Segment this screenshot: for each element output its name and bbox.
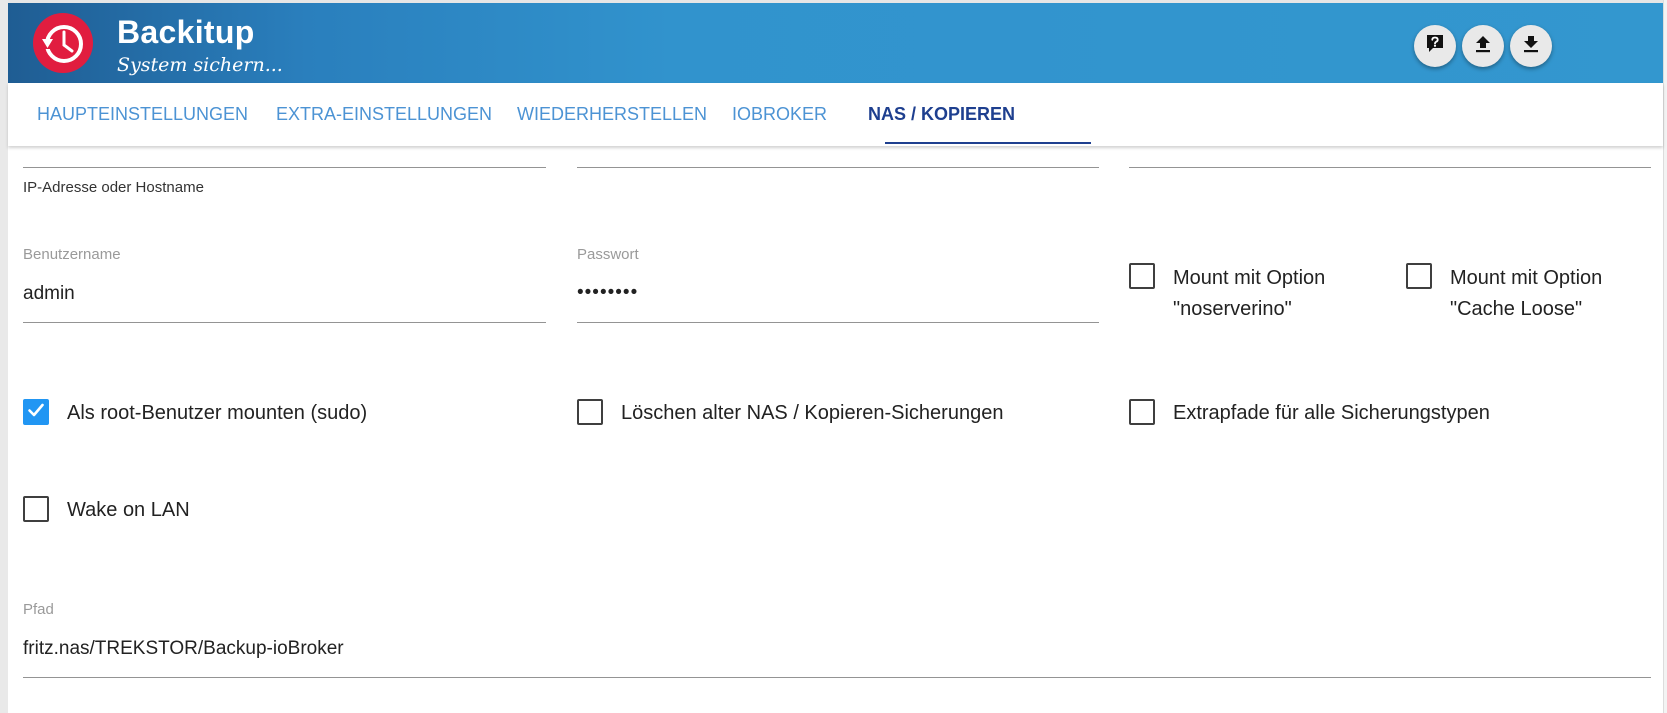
tab-bar: HAUPTEINSTELLUNGEN EXTRA-EINSTELLUNGEN W… [8, 83, 1663, 146]
host-field-underline[interactable] [23, 167, 546, 168]
tab-wiederherstellen[interactable]: WIEDERHERSTELLEN [517, 83, 707, 146]
tab-iobroker[interactable]: IOBROKER [732, 83, 827, 146]
field-underline[interactable] [1129, 167, 1651, 168]
app-header: Backitup System sichern... [8, 3, 1663, 83]
scrollbar-track[interactable] [1663, 0, 1667, 713]
extra-paths-label: Extrapfade für alle Sicherungstypen [1173, 402, 1490, 424]
upload-icon [1473, 34, 1493, 59]
app-subtitle: System sichern... [117, 54, 283, 76]
help-icon [1424, 33, 1446, 60]
download-button[interactable] [1510, 25, 1552, 67]
path-label: Pfad [23, 601, 54, 618]
wake-on-lan-label: Wake on LAN [67, 499, 190, 521]
username-underline [23, 322, 546, 323]
host-helper-text: IP-Adresse oder Hostname [23, 179, 204, 196]
window-left-edge [0, 0, 8, 713]
checkmark-icon [26, 400, 46, 425]
cache-loose-label: Mount mit Option "Cache Loose" [1450, 267, 1603, 320]
path-underline [23, 677, 1651, 678]
help-button[interactable] [1414, 25, 1456, 67]
wake-on-lan-checkbox[interactable] [23, 496, 49, 522]
download-icon [1521, 34, 1541, 59]
noserverino-label: Mount mit Option "noserverino" [1173, 267, 1326, 320]
active-tab-indicator [885, 142, 1091, 144]
username-label: Benutzername [23, 246, 121, 263]
delete-old-checkbox[interactable] [577, 399, 603, 425]
tab-haupteinstellungen[interactable]: HAUPTEINSTELLUNGEN [37, 83, 248, 146]
path-input[interactable]: fritz.nas/TREKSTOR/Backup-ioBroker [23, 638, 344, 660]
extra-paths-checkbox[interactable] [1129, 399, 1155, 425]
noserverino-checkbox[interactable] [1129, 263, 1155, 289]
app-title: Backitup [117, 14, 255, 50]
field-underline[interactable] [577, 167, 1099, 168]
clock-history-icon [33, 13, 93, 73]
sudo-checkbox[interactable] [23, 399, 49, 425]
username-input[interactable]: admin [23, 283, 75, 305]
password-underline [577, 322, 1099, 323]
tab-extra-einstellungen[interactable]: EXTRA-EINSTELLUNGEN [276, 83, 492, 146]
delete-old-label: Löschen alter NAS / Kopieren-Sicherungen [621, 402, 1004, 424]
password-label: Passwort [577, 246, 639, 263]
sudo-label: Als root-Benutzer mounten (sudo) [67, 402, 368, 424]
tab-nas-kopieren[interactable]: NAS / KOPIEREN [868, 83, 1015, 146]
cache-loose-checkbox[interactable] [1406, 263, 1432, 289]
upload-button[interactable] [1462, 25, 1504, 67]
password-input[interactable]: •••••••• [577, 282, 638, 304]
